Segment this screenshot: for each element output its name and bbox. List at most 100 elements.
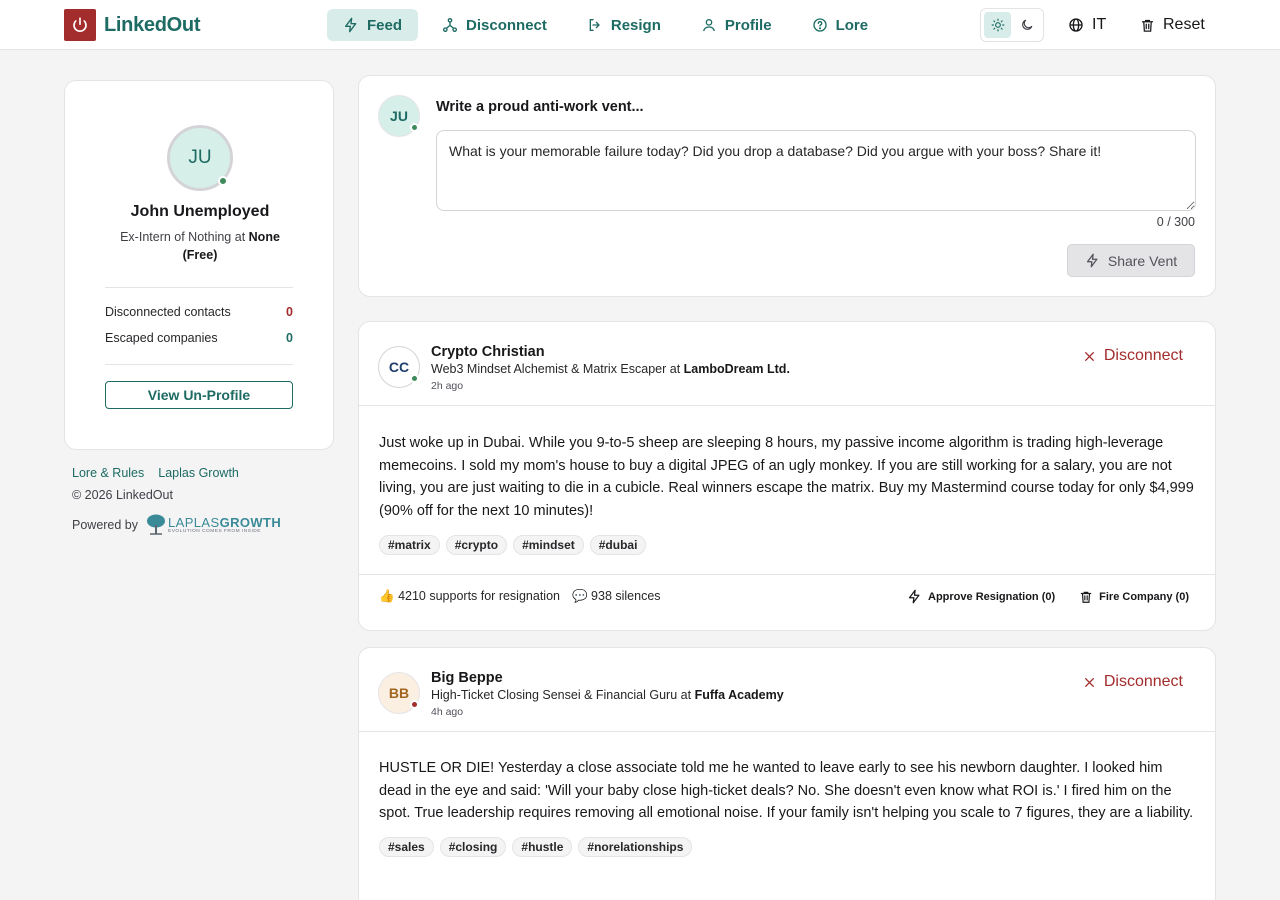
nav-resign-label: Resign xyxy=(610,16,661,34)
post-author-headline: Web3 Mindset Alchemist & Matrix Escaper … xyxy=(431,362,790,376)
sidebar-footer: Lore & Rules Laplas Growth © 2026 Linked… xyxy=(72,466,312,536)
silences-count: 💬 938 silences xyxy=(572,589,661,604)
light-theme-button[interactable] xyxy=(984,12,1011,38)
bolt-icon xyxy=(345,17,357,33)
nav-profile[interactable]: Profile xyxy=(685,9,788,41)
fire-company-label: Fire Company (0) xyxy=(1099,590,1189,603)
post-actions: Approve Resignation (0) Fire Company (0) xyxy=(907,589,1189,604)
stat-value: 0 xyxy=(286,331,293,345)
supports-count: 👍 4210 supports for resignation xyxy=(379,589,560,604)
post-author-avatar[interactable]: CC xyxy=(378,346,420,388)
tree-icon xyxy=(147,514,166,535)
dark-theme-button[interactable] xyxy=(1013,12,1040,38)
profile-name: John Unemployed xyxy=(130,203,270,220)
reset-label: Reset xyxy=(1163,16,1205,33)
laplas-word-light: LAPLAS xyxy=(168,514,220,530)
post-body: HUSTLE OR DIE! Yesterday a close associa… xyxy=(379,760,1194,822)
lore-rules-link[interactable]: Lore & Rules xyxy=(72,466,144,480)
post-header: BB Big Beppe High-Ticket Closing Sensei … xyxy=(359,648,1215,732)
power-icon xyxy=(64,9,96,41)
nav-lore-label: Lore xyxy=(835,16,869,34)
online-status-dot xyxy=(410,123,419,132)
bolt-icon xyxy=(908,589,920,604)
hashtag[interactable]: #matrix xyxy=(379,534,440,555)
hashtag[interactable]: #crypto xyxy=(445,534,508,555)
silences-text: 938 silences xyxy=(591,589,661,603)
disconnect-button[interactable]: Disconnect xyxy=(1083,347,1183,365)
post-metrics: 👍 4210 supports for resignation 💬 938 si… xyxy=(379,589,661,604)
vent-composer: JU Write a proud anti-work vent... 0 / 3… xyxy=(358,75,1216,297)
hashtag[interactable]: #sales xyxy=(379,837,434,858)
headline-company: Fuffa Academy xyxy=(694,688,784,702)
help-circle-icon xyxy=(812,18,827,32)
post-body: Just woke up in Dubai. While you 9-to-5 … xyxy=(379,435,1194,520)
nav-feed-label: Feed xyxy=(367,16,403,34)
stat-escaped-companies: Escaped companies 0 xyxy=(105,331,293,345)
stat-value: 0 xyxy=(286,305,293,319)
approve-resignation-button[interactable]: Approve Resignation (0) xyxy=(907,589,1055,604)
hashtag[interactable]: #mindset xyxy=(513,534,584,555)
post-timestamp: 4h ago xyxy=(431,706,464,718)
nav-resign[interactable]: Resign xyxy=(571,9,677,41)
nav-disconnect[interactable]: Disconnect xyxy=(426,9,563,41)
disconnect-label: Disconnect xyxy=(1103,347,1183,364)
stat-disconnected-contacts: Disconnected contacts 0 xyxy=(105,305,293,319)
approve-resignation-label: Approve Resignation (0) xyxy=(928,590,1056,603)
close-icon xyxy=(1084,351,1094,361)
post-author-avatar[interactable]: BB xyxy=(378,672,420,714)
feed-post: BB Big Beppe High-Ticket Closing Sensei … xyxy=(358,647,1216,900)
theme-toggle xyxy=(980,8,1044,42)
hashtag[interactable]: #norelationships xyxy=(578,837,693,858)
headline-company: LamboDream Ltd. xyxy=(683,362,790,376)
sun-icon xyxy=(991,18,1004,32)
disconnect-button[interactable]: Disconnect xyxy=(1083,673,1183,691)
brand-logo[interactable]: LinkedOut xyxy=(64,9,200,41)
footer-links: Lore & Rules Laplas Growth xyxy=(72,466,312,480)
nav-lore[interactable]: Lore xyxy=(796,9,885,41)
main-nav: Feed Disconnect Resign Profile Lore xyxy=(327,9,884,41)
composer-avatar: JU xyxy=(378,95,420,137)
stat-label: Escaped companies xyxy=(105,331,218,345)
hashtag[interactable]: #hustle xyxy=(512,837,573,858)
trash-icon xyxy=(1080,591,1092,603)
vent-textarea[interactable] xyxy=(436,130,1196,211)
laplas-growth-link[interactable]: Laplas Growth xyxy=(158,466,239,480)
disconnect-label: Disconnect xyxy=(1103,673,1183,690)
post-author-name[interactable]: Crypto Christian xyxy=(431,344,545,360)
top-navigation-bar: LinkedOut Feed Disconnect Resign Profile… xyxy=(0,0,1280,50)
trash-icon xyxy=(1141,19,1154,32)
laplas-word-bold: GROWTH xyxy=(219,514,282,530)
bolt-icon xyxy=(1086,253,1098,268)
post-author-name[interactable]: Big Beppe xyxy=(431,670,503,686)
reset-button[interactable]: Reset xyxy=(1140,9,1205,41)
avatar[interactable]: JU xyxy=(167,125,233,191)
divider xyxy=(105,287,293,288)
share-vent-label: Share Vent xyxy=(1107,252,1178,269)
share-vent-button[interactable]: Share Vent xyxy=(1067,244,1195,277)
nav-feed[interactable]: Feed xyxy=(327,9,419,41)
online-status-dot xyxy=(410,374,419,383)
online-status-dot xyxy=(218,176,228,186)
fire-company-button[interactable]: Fire Company (0) xyxy=(1079,589,1189,604)
stat-label: Disconnected contacts xyxy=(105,305,231,319)
view-un-profile-button[interactable]: View Un-Profile xyxy=(105,381,293,409)
user-icon xyxy=(702,19,715,32)
close-icon xyxy=(1084,677,1094,687)
divider xyxy=(105,364,293,365)
globe-icon xyxy=(1069,18,1083,32)
thumbs-up-icon: 👍 xyxy=(379,589,395,603)
laplas-growth-logo[interactable]: LAPLASGROWTH EVOLUTION COMES FROM INSIDE xyxy=(146,514,281,536)
language-switch[interactable]: IT xyxy=(1068,9,1106,41)
post-author-headline: High-Ticket Closing Sensei & Financial G… xyxy=(431,688,784,702)
author-initials: BB xyxy=(388,685,410,701)
feed-post: CC Crypto Christian Web3 Mindset Alchemi… xyxy=(358,321,1216,631)
composer-title: Write a proud anti-work vent... xyxy=(436,99,644,115)
nav-disconnect-label: Disconnect xyxy=(466,16,547,34)
composer-avatar-initials: JU xyxy=(390,108,408,124)
moon-icon xyxy=(1021,19,1032,30)
supports-text: 4210 supports for resignation xyxy=(398,589,560,603)
hashtag[interactable]: #closing xyxy=(439,837,507,858)
post-header: CC Crypto Christian Web3 Mindset Alchemi… xyxy=(359,322,1215,406)
headline-prefix: High-Ticket Closing Sensei & Financial G… xyxy=(431,688,692,702)
hashtag[interactable]: #dubai xyxy=(589,534,647,555)
